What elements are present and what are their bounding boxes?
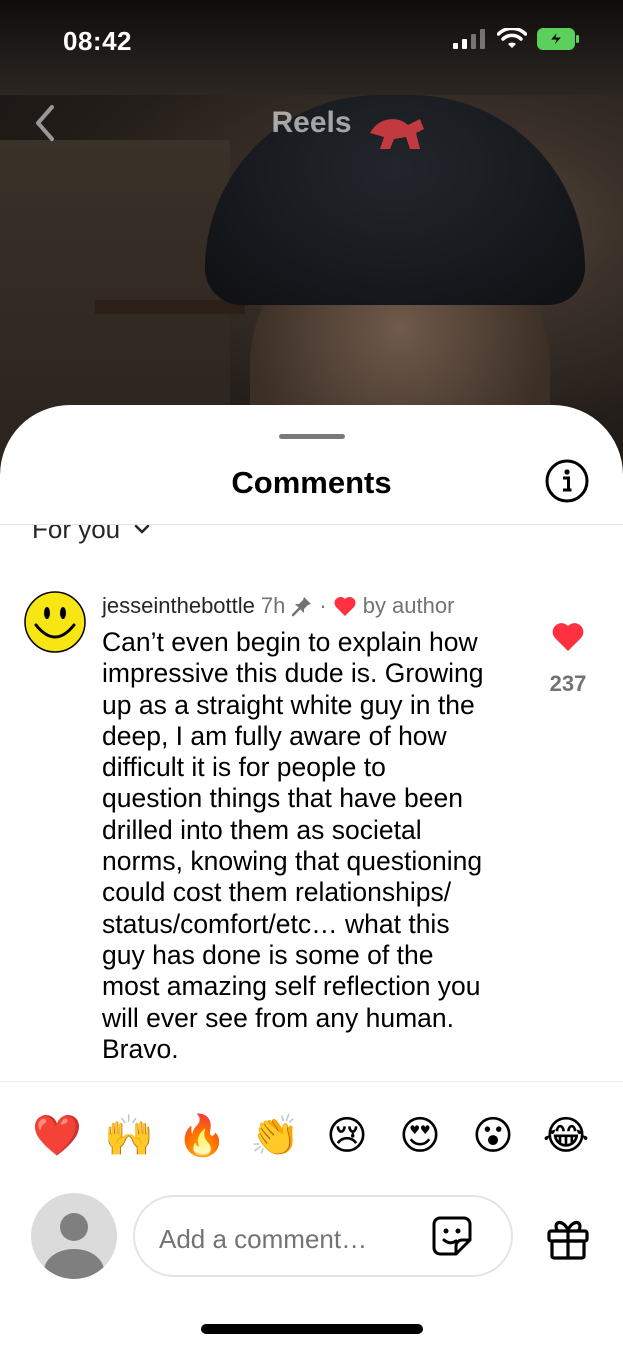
raising-hands-emoji-button[interactable]: 🙌 bbox=[104, 1111, 154, 1161]
comment-text-line: Bravo. bbox=[102, 1033, 179, 1064]
home-indicator[interactable] bbox=[201, 1324, 423, 1334]
comments-title: Comments bbox=[231, 465, 392, 500]
comment-text-line: norms, knowing that questioning bbox=[102, 846, 483, 877]
info-icon[interactable] bbox=[544, 458, 590, 504]
comment-text-line: Can’t even begin to explain how bbox=[102, 627, 478, 657]
like-heart-icon[interactable] bbox=[551, 621, 585, 653]
surprised-face-emoji-button[interactable]: 😮 bbox=[468, 1111, 518, 1161]
comment-text-line: could cost them relationships/ bbox=[102, 877, 452, 908]
liked-by-author-label: by author bbox=[362, 593, 455, 618]
comments-sheet: Comments For you jesseinthebottle 7h · b… bbox=[0, 405, 623, 1350]
comment-username[interactable]: jesseinthebottle bbox=[102, 593, 255, 619]
cellular-signal-icon bbox=[453, 29, 485, 49]
sheet-drag-handle[interactable] bbox=[279, 434, 345, 439]
wifi-icon bbox=[497, 28, 527, 48]
comment-text-line: guy has done is some of the bbox=[102, 939, 434, 970]
sticker-icon[interactable] bbox=[430, 1214, 474, 1258]
video-shelf bbox=[95, 300, 245, 314]
pin-icon bbox=[292, 597, 312, 617]
like-count: 237 bbox=[549, 671, 587, 696]
gift-icon[interactable] bbox=[545, 1215, 591, 1261]
comment-text-line: impressive this dude is. Growing bbox=[102, 658, 484, 689]
filter-label: For you bbox=[32, 513, 121, 544]
status-time: 08:42 bbox=[63, 26, 132, 56]
default-user-icon bbox=[44, 1213, 104, 1279]
fire-emoji-button[interactable]: 🔥 bbox=[177, 1111, 227, 1161]
comment-text: Can’t even begin to explain how impressiv… bbox=[102, 627, 522, 1065]
crying-face-emoji-button[interactable]: 😢 bbox=[322, 1111, 372, 1161]
comment-meta: jesseinthebottle 7h · by author bbox=[102, 593, 454, 619]
comment-input-placeholder: Add a comment… bbox=[159, 1224, 368, 1254]
clapping-hands-emoji-button[interactable]: 👏 bbox=[250, 1111, 300, 1161]
meta-dot-separator: · bbox=[319, 593, 327, 618]
reactions-divider bbox=[0, 1081, 623, 1082]
header-divider bbox=[0, 524, 623, 525]
chevron-down-icon bbox=[134, 525, 150, 534]
status-icons bbox=[453, 28, 581, 50]
status-bar: 08:42 bbox=[0, 0, 623, 80]
heart-eyes-emoji-button[interactable]: 😍 bbox=[395, 1111, 445, 1161]
comment-text-line: deep, I am fully aware of how bbox=[102, 720, 447, 751]
tears-of-joy-emoji-button[interactable]: 😂 bbox=[541, 1111, 591, 1161]
comment-text-line: status/comfort/etc… what this bbox=[102, 908, 450, 939]
quick-reactions-row: ❤️ 🙌 🔥 👏 😢 😍 😮 😂 bbox=[0, 1111, 623, 1167]
comment-text-line: most amazing self reflection you bbox=[102, 971, 481, 1002]
comment-filter-dropdown[interactable]: For you bbox=[32, 513, 150, 549]
comment-text-line: drilled into them as societal bbox=[102, 814, 422, 845]
commenter-avatar[interactable] bbox=[24, 591, 86, 653]
comment-text-line: question things that have been bbox=[102, 783, 463, 814]
red-heart-emoji-button[interactable]: ❤️ bbox=[32, 1111, 82, 1161]
author-heart-icon bbox=[334, 596, 356, 616]
comment-input[interactable]: Add a comment… bbox=[133, 1195, 513, 1277]
reels-title: Reels bbox=[271, 106, 352, 139]
battery-charging-icon bbox=[537, 28, 579, 50]
my-avatar[interactable] bbox=[31, 1193, 117, 1279]
comment-text-line: will ever see from any human. bbox=[102, 1002, 455, 1033]
comment-text-line: up as a straight white guy in the bbox=[102, 689, 475, 720]
comment-text-line: difficult it is for people to bbox=[102, 752, 386, 783]
comment-age: 7h bbox=[260, 593, 286, 618]
